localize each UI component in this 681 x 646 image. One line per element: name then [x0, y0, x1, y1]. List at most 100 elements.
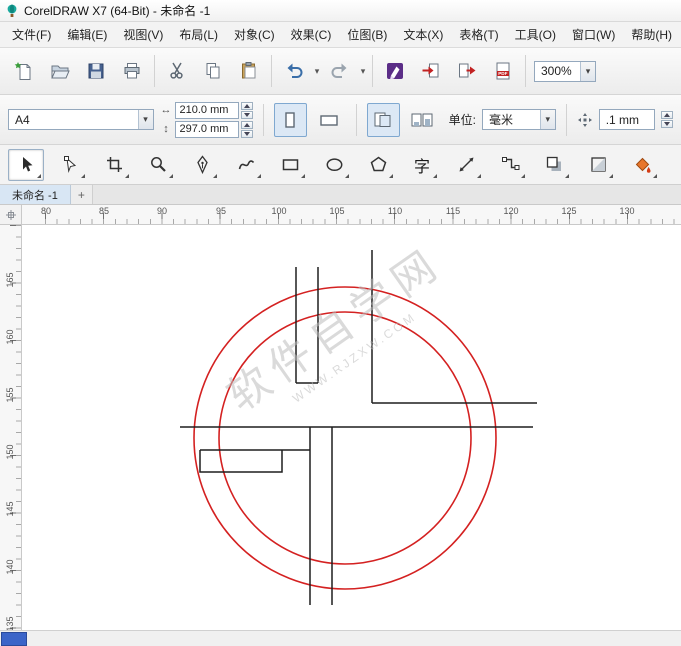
- interactive-fill-tool-button[interactable]: [624, 149, 660, 181]
- facing-pages-button[interactable]: [406, 103, 439, 137]
- page-width-field[interactable]: 210.0 mm: [174, 101, 239, 119]
- width-spin-down[interactable]: [240, 110, 253, 119]
- pdf-icon: PDF: [493, 61, 513, 81]
- zoom-level-value: 300%: [541, 64, 572, 78]
- menu-item-text[interactable]: 文本(X): [395, 22, 451, 47]
- height-spin-up[interactable]: [240, 120, 253, 129]
- landscape-icon: [318, 110, 340, 130]
- redo-button[interactable]: [322, 52, 358, 90]
- text-tool-button[interactable]: 字: [404, 149, 440, 181]
- paper-size-value: A4: [15, 112, 30, 127]
- shape-tool-button[interactable]: [52, 149, 88, 181]
- paper-size-combo[interactable]: A4 ▾: [8, 109, 154, 130]
- undo-button[interactable]: [276, 52, 312, 90]
- propbar-separator: [355, 103, 357, 136]
- facing-pages-icon: [410, 110, 434, 130]
- open-button[interactable]: [42, 52, 78, 90]
- red-circle-outer[interactable]: [193, 286, 497, 590]
- standard-toolbar: ▾ ▾ PDF 300% ▾: [0, 48, 681, 95]
- dimension-tool-button[interactable]: [448, 149, 484, 181]
- height-spin-down[interactable]: [240, 129, 253, 138]
- units-combo[interactable]: 毫米 ▾: [481, 109, 556, 130]
- menu-item-file[interactable]: 文件(F): [4, 22, 59, 47]
- ellipse-tool-button[interactable]: [316, 149, 352, 181]
- h-ruler-number: 95: [215, 206, 226, 216]
- toolbox: 字: [0, 145, 681, 185]
- zoom-level-combo[interactable]: 300% ▾: [534, 60, 596, 82]
- cut-button[interactable]: [159, 52, 195, 90]
- horizontal-ruler[interactable]: 80 85 90 95 100 105 110 115 120 125 130: [22, 205, 681, 225]
- crop-tool-icon: [105, 155, 124, 174]
- vertical-ruler[interactable]: 165 160 155 150 145 140 135: [0, 225, 22, 632]
- landscape-button[interactable]: [313, 103, 346, 137]
- toolbar-separator: [525, 55, 526, 87]
- h-ruler-number: 130: [619, 206, 635, 216]
- ruler-origin-icon: [5, 209, 17, 221]
- menu-item-help[interactable]: 帮助(H): [623, 22, 680, 47]
- status-scroll-bar: [0, 630, 681, 646]
- nudge-distance-field[interactable]: .1 mm: [598, 109, 656, 130]
- freehand-tool-button[interactable]: [184, 149, 220, 181]
- width-spin-up[interactable]: [240, 101, 253, 110]
- paste-button[interactable]: [231, 52, 267, 90]
- toolbar-separator: [154, 55, 155, 87]
- new-document-button[interactable]: [6, 52, 42, 90]
- app-launcher-button[interactable]: [377, 52, 413, 90]
- nudge-spin-up[interactable]: [661, 111, 674, 119]
- logo-lines[interactable]: [180, 250, 537, 605]
- menu-item-edit[interactable]: 编辑(E): [59, 22, 115, 47]
- artistic-media-tool-button[interactable]: [228, 149, 264, 181]
- ruler-origin-button[interactable]: [0, 205, 22, 225]
- connector-tool-icon: [501, 155, 520, 174]
- toolbar-separator: [271, 55, 272, 87]
- v-ruler-number: 155: [5, 387, 15, 403]
- crop-tool-button[interactable]: [96, 149, 132, 181]
- drop-shadow-tool-button[interactable]: [536, 149, 572, 181]
- rectangle-tool-button[interactable]: [272, 149, 308, 181]
- h-ruler-number: 105: [329, 206, 345, 216]
- document-tab-active[interactable]: 未命名 -1: [0, 185, 71, 204]
- document-navigator-button[interactable]: [1, 631, 27, 646]
- menu-item-layout[interactable]: 布局(L): [171, 22, 226, 47]
- menu-item-tools[interactable]: 工具(O): [507, 22, 564, 47]
- save-button[interactable]: [78, 52, 114, 90]
- new-document-tab-button[interactable]: +: [70, 185, 93, 204]
- nudge-spin-down[interactable]: [661, 120, 674, 128]
- menu-item-effects[interactable]: 效果(C): [283, 22, 340, 47]
- portrait-button[interactable]: [273, 102, 307, 137]
- artistic-media-tool-icon: [237, 155, 256, 174]
- drawing-canvas[interactable]: 软件自学网 WWW.RJZXW.COM: [22, 225, 681, 630]
- app-logo-icon: [5, 4, 19, 18]
- zoom-dropdown-button[interactable]: ▾: [580, 61, 595, 81]
- connector-tool-button[interactable]: [492, 149, 528, 181]
- page-height-field[interactable]: 297.0 mm: [174, 120, 239, 138]
- menu-item-table[interactable]: 表格(T): [451, 22, 506, 47]
- redo-icon: [330, 61, 350, 81]
- title-bar: CorelDRAW X7 (64-Bit) - 未命名 -1: [0, 0, 681, 22]
- copy-button[interactable]: [195, 52, 231, 90]
- save-icon: [86, 61, 106, 81]
- import-button[interactable]: [413, 52, 449, 90]
- zoom-tool-button[interactable]: [140, 149, 176, 181]
- h-ruler-number: 120: [503, 206, 519, 216]
- publish-pdf-button[interactable]: PDF: [485, 52, 521, 90]
- menu-item-view[interactable]: 视图(V): [115, 22, 171, 47]
- redo-dropdown-button[interactable]: ▾: [358, 66, 368, 77]
- print-button[interactable]: [114, 52, 150, 90]
- undo-dropdown-button[interactable]: ▾: [312, 66, 322, 77]
- document-tab-label: 未命名 -1: [12, 189, 58, 202]
- menu-item-object[interactable]: 对象(C): [226, 22, 283, 47]
- toolbar-separator: [372, 55, 373, 87]
- pick-tool-button[interactable]: [8, 148, 44, 181]
- red-circle-inner[interactable]: [218, 311, 472, 565]
- menu-item-bitmaps[interactable]: 位图(B): [339, 22, 395, 47]
- paper-size-dropdown-button[interactable]: ▾: [137, 110, 153, 129]
- menu-item-window[interactable]: 窗口(W): [564, 22, 623, 47]
- units-dropdown-button[interactable]: ▾: [539, 110, 555, 129]
- all-pages-button[interactable]: [366, 102, 400, 137]
- export-button[interactable]: [449, 52, 485, 90]
- transparency-tool-button[interactable]: [580, 149, 616, 181]
- v-ruler-number: 165: [5, 272, 15, 288]
- property-bar: A4 ▾ ↔ 210.0 mm ↕ 297.0 mm 单位: 毫米 ▾ .1 m…: [0, 95, 681, 145]
- polygon-tool-button[interactable]: [360, 149, 396, 181]
